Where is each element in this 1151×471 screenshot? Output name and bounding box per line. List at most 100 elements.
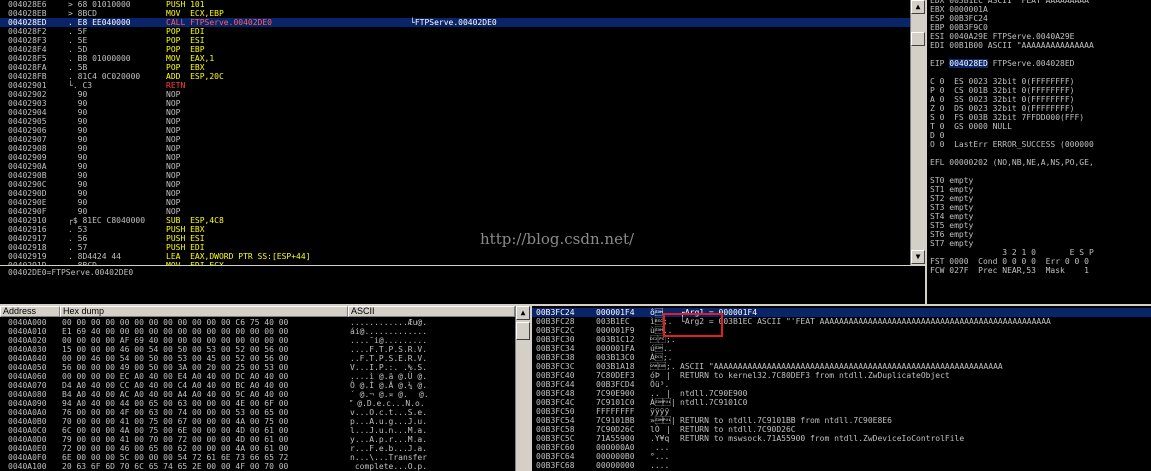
register-line[interactable]: ST3 empty	[930, 203, 973, 212]
register-line[interactable]: EDI 00B1B00 ASCII "AAAAAAAAAAAAAAA	[930, 41, 1094, 50]
stack-row[interactable]: 00B3FC4C 7C9101C0 À| ntdll.7C9101C0	[532, 398, 1151, 407]
register-line[interactable]: ST5 empty	[930, 221, 973, 230]
register-line[interactable]: O 0 LastErr ERROR_SUCCESS (000000	[930, 140, 1094, 149]
register-line[interactable]: EBX 0000001A	[930, 5, 988, 14]
disasm-row[interactable]: 004028EB > 8BCD MOV ECX,EBP	[0, 9, 910, 18]
register-line[interactable]: ST1 empty	[930, 185, 973, 194]
scroll-down-button[interactable]: ▼	[911, 250, 925, 264]
register-line[interactable]: T 0 GS 0000 NULL	[930, 122, 1012, 131]
dump-scroll-up-button[interactable]: ▲	[516, 306, 530, 320]
disasm-row[interactable]: 00402908 90 NOP	[0, 144, 910, 153]
register-line[interactable]: ST6 empty	[930, 230, 973, 239]
stack-row[interactable]: 00B3FC68 00000000....	[532, 461, 1151, 470]
register-line[interactable]: D 0	[930, 131, 944, 140]
register-value[interactable]: 004028ED	[949, 59, 988, 68]
disasm-row[interactable]: 004028ED . E8 EE040000 CALL FTPServe.00402…	[0, 18, 910, 27]
scroll-up-button[interactable]: ▲	[911, 0, 925, 14]
disasm-row[interactable]: 0040290C 90 NOP	[0, 180, 910, 189]
stack-row[interactable]: 00B3FC3C 003B1A18 ;. ASCII "AAAAAAAAAAAAA…	[532, 362, 1151, 371]
stack-row[interactable]: 00B3FC30 003B1C12  ;.	[532, 335, 1151, 344]
dump-header-hex[interactable]: Hex dump	[60, 306, 348, 317]
stack-row[interactable]: 00B3FC40 7C80DEF3 óÞ| RETURN to kernel32.7…	[532, 371, 1151, 380]
stack-comment: └Arg2 = 003B1EC ASCII "'FEAT AAAAAAAAAAA…	[680, 317, 1051, 326]
stack-row[interactable]: 00B3FC5C 71A55900 .Y¥q RETURN to mswsock.71…	[532, 434, 1151, 443]
stack-row[interactable]: 00B3FC48 7C90E900 ..| ntdll.7C90E900	[532, 389, 1151, 398]
dump-header-ascii[interactable]: ASCII	[348, 306, 515, 317]
disasm-row[interactable]: 00402919 . 8D4424 44 LEA EAX,DWORD PTR SS:…	[0, 252, 910, 261]
disasm-row[interactable]: 00402903 90 NOP	[0, 99, 910, 108]
disasm-row[interactable]: 004028F5 . B8 01000000 MOV EAX,1	[0, 54, 910, 63]
disasm-row[interactable]: 0040290D 90 NOP	[0, 189, 910, 198]
register-line[interactable]: FST 0000 Cond 0 0 0 0 Err 0 0 0	[930, 257, 1089, 266]
stack-row[interactable]: 00B3FC2C 000001F9 ù..	[532, 326, 1151, 335]
register-line[interactable]: ST7 empty	[930, 239, 973, 248]
disasm-instruction: MOV EDI,ECX	[166, 261, 224, 265]
disassembly-rows[interactable]: 004028E6 > 68 01010000 PUSH 101 004028EB > 8…	[0, 0, 910, 265]
disasm-row[interactable]: 00402901 └. C3 RETN	[0, 81, 910, 90]
disasm-row[interactable]: 00402917 . 56 PUSH ESI	[0, 234, 910, 243]
disasm-row[interactable]: 0040290B 90 NOP	[0, 171, 910, 180]
disasm-row[interactable]: 00402907 90 NOP	[0, 135, 910, 144]
disasm-row[interactable]: 00402902 90 NOP	[0, 90, 910, 99]
register-line[interactable]: EIP 004028ED FTPServe.004028ED	[930, 59, 1075, 68]
register-line[interactable]: ST4 empty	[930, 212, 973, 221]
register-line[interactable]: EBP 00B3F9C0	[930, 23, 988, 32]
disasm-row[interactable]: 00402904 90 NOP	[0, 108, 910, 117]
register-line[interactable]: EFL 00000202 (NO,NB,NE,A,NS,PO,GE,	[930, 158, 1094, 167]
register-line[interactable]: ST2 empty	[930, 194, 973, 203]
stack-value: 000001F9	[596, 326, 635, 335]
stack-row[interactable]: 00B3FC28 003B1EC ì;. └Arg2 = 003B1EC ASCII…	[532, 317, 1151, 326]
stack-pane[interactable]: 00B3FC24 000001F4 ô.. ┌Arg1 = 000001F4 00B3…	[532, 306, 1151, 471]
register-line[interactable]: S 0 FS 003B 32bit 7FFDD000(FFF)	[930, 113, 1084, 122]
stack-row[interactable]: 00B3FC54 7C9101BB »| RETURN to ntdll.7C91…	[532, 416, 1151, 425]
disasm-row[interactable]: 004028FA . 5B POP EBX	[0, 63, 910, 72]
stack-row[interactable]: 00B3FC64 000000B0 °...	[532, 452, 1151, 461]
disasm-row[interactable]: 004028F2 . 5F POP EDI	[0, 27, 910, 36]
stack-row[interactable]: 00B3FC60 000000A0 ...	[532, 443, 1151, 452]
scroll-thumb[interactable]	[911, 32, 925, 46]
stack-row[interactable]: 00B3FC50 FFFFFFFF ÿÿÿÿ	[532, 407, 1151, 416]
disasm-row[interactable]: 00402906 90 NOP	[0, 126, 910, 135]
disasm-mnemonic: NOP	[166, 135, 181, 144]
disasm-address: 00402906	[8, 126, 47, 135]
register-line[interactable]: ESP 00B3FC24	[930, 14, 988, 23]
disasm-row[interactable]: 00402905 90 NOP	[0, 117, 910, 126]
stack-row[interactable]: 00B3FC34 000001FA ú..	[532, 344, 1151, 353]
dump-ascii: V...I.P.:. .%.S.	[350, 363, 428, 372]
register-line[interactable]: ESI 0040A29E FTPServe.0040A29E	[930, 32, 1075, 41]
stack-row[interactable]: 00B3FC24 000001F4 ô.. ┌Arg1 = 000001F4	[532, 308, 1151, 317]
disasm-row[interactable]: 00402916 . 53 PUSH EBX	[0, 225, 910, 234]
disasm-row[interactable]: 004028F4 . 5D POP EBP	[0, 45, 910, 54]
register-line[interactable]: P 0 CS 001B 32bit 0(FFFFFFFF)	[930, 86, 1075, 95]
disasm-instruction: NOP	[166, 144, 180, 153]
register-line[interactable]: 3 2 1 0 E S P	[930, 248, 1094, 257]
register-line[interactable]: A 0 SS 0023 32bit 0(FFFFFFFF)	[930, 95, 1075, 104]
disassembly-pane[interactable]: 004028E6 > 68 01010000 PUSH 101 004028EB > 8…	[0, 0, 910, 265]
disasm-row[interactable]: 004028FB . 81C4 0C020000 ADD ESP,20C	[0, 72, 910, 81]
disasm-row[interactable]: 0040290A 90 NOP	[0, 162, 910, 171]
stack-row[interactable]: 00B3FC58 7C90D26C lÒ| RETURN to ntdll.7C90…	[532, 425, 1151, 434]
register-line[interactable]: FCW 027F Prec NEAR,53 Mask 1	[930, 266, 1089, 275]
disasm-row[interactable]: 0040290E 90 NOP	[0, 198, 910, 207]
dump-scrollbar[interactable]: ▲	[515, 306, 531, 471]
disasm-row[interactable]: 004028E6 > 68 01010000 PUSH 101	[0, 0, 910, 9]
dump-scroll-thumb[interactable]	[516, 322, 530, 340]
stack-row[interactable]: 00B3FC44 00B3FCD4 Ôü³.	[532, 380, 1151, 389]
register-line[interactable]: C 0 ES 0023 32bit 0(FFFFFFFF)	[930, 77, 1075, 86]
stack-row[interactable]: 00B3FC38 003B13C0 À;.	[532, 353, 1151, 362]
disasm-instruction: NOP	[166, 171, 180, 180]
stack-comment: RETURN to ntdll.7C9101BB from ntdll.7C90…	[680, 416, 892, 425]
disassembly-scrollbar[interactable]: ▲ ▼	[910, 0, 926, 265]
registers-pane[interactable]: EDX 003B1EC ASCII "FEAT AAAAAAAAA EBX 000…	[927, 0, 1151, 304]
disasm-row[interactable]: 0040290F 90 NOP	[0, 207, 910, 216]
disasm-row[interactable]: 00402910 ┌$ 81EC C8040000 SUB ESP,4C8	[0, 216, 910, 225]
register-line[interactable]: ST0 empty	[930, 176, 973, 185]
dump-header-address[interactable]: Address	[0, 306, 60, 317]
disasm-row[interactable]: 00402918 . 57 PUSH EDI	[0, 243, 910, 252]
disasm-mnemonic: POP	[166, 27, 181, 36]
register-line[interactable]: Z 0 DS 0023 32bit 0(FFFFFFFF)	[930, 104, 1075, 113]
hex-dump-pane[interactable]: Address Hex dump ASCII 0040A000 00 00 00 …	[0, 306, 530, 471]
disasm-row[interactable]: 00402909 90 NOP	[0, 153, 910, 162]
disasm-row[interactable]: 0040291D. 8BCDMOV EDI,ECX	[0, 261, 910, 265]
disasm-row[interactable]: 004028F3 . 5E POP ESI	[0, 36, 910, 45]
